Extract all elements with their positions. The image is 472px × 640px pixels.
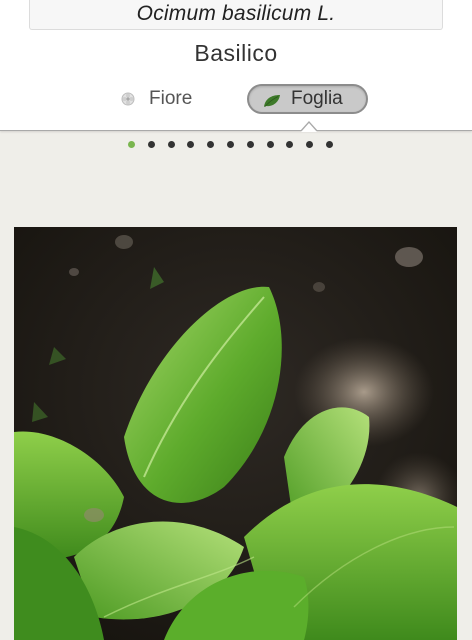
page-dot[interactable] bbox=[187, 141, 195, 148]
tab-foglia-label: Foglia bbox=[291, 88, 343, 109]
page-dot[interactable] bbox=[246, 141, 254, 148]
page-dot[interactable] bbox=[306, 141, 314, 148]
page-dot-active[interactable] bbox=[128, 141, 135, 148]
plant-header-panel: Ocimum basilicum L. Basilico Fiore Fogli… bbox=[0, 0, 472, 131]
page-indicator[interactable] bbox=[128, 141, 333, 148]
tab-fiore-label: Fiore bbox=[149, 88, 193, 109]
leaf-icon bbox=[263, 92, 281, 107]
page-dot[interactable] bbox=[207, 141, 215, 148]
common-name: Basilico bbox=[194, 40, 278, 66]
page-dot[interactable] bbox=[167, 141, 175, 148]
scientific-name-box: Ocimum basilicum L. bbox=[29, 0, 443, 30]
page-dot[interactable] bbox=[286, 141, 294, 148]
page-dot[interactable] bbox=[147, 141, 155, 148]
basil-leaf-photo bbox=[14, 227, 457, 640]
flower-icon bbox=[120, 91, 136, 107]
scientific-name: Ocimum basilicum L. bbox=[136, 1, 336, 25]
page-dot[interactable] bbox=[325, 141, 333, 148]
tab-fiore[interactable]: Fiore bbox=[118, 84, 228, 114]
page-dot[interactable] bbox=[226, 141, 234, 148]
page-dot[interactable] bbox=[266, 141, 274, 148]
tab-foglia[interactable]: Foglia bbox=[247, 84, 368, 114]
